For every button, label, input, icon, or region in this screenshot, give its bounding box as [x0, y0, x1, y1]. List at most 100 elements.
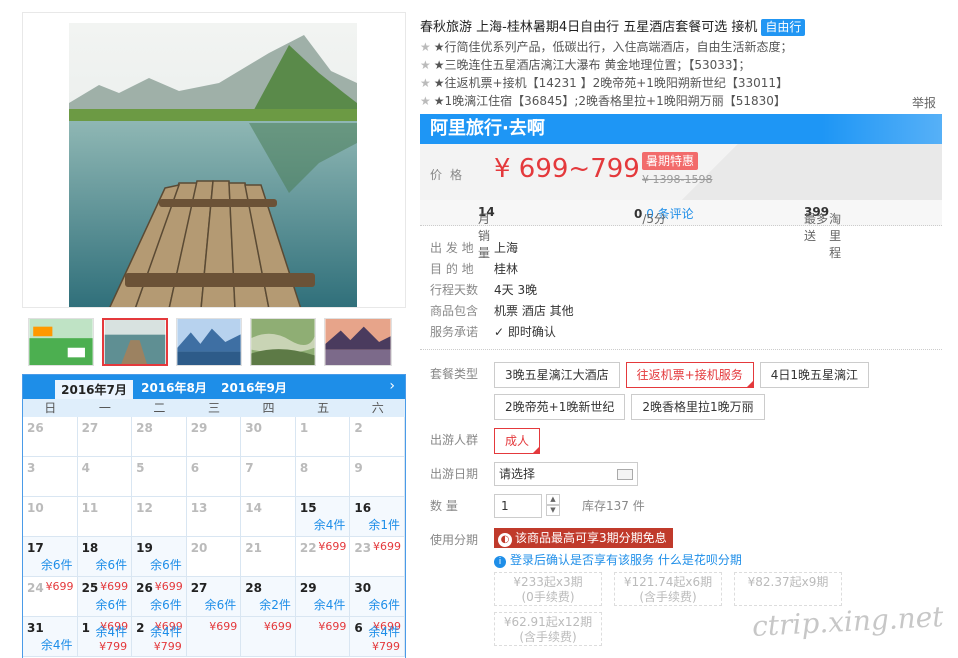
rating-unit: /5分 — [642, 212, 667, 226]
installment-label: 使用分期 — [430, 533, 479, 547]
feature-text: ★三晚连住五星酒店漓江大瀑布 黄金地理位置；【53033】； — [433, 58, 751, 72]
product-title-text: 春秋旅游 上海-桂林暑期4日自由行 五星酒店套餐可选 接机 — [420, 20, 758, 35]
thumbnail-1[interactable] — [28, 318, 94, 366]
day-price: ¥699 — [154, 580, 183, 593]
calendar-day-cell[interactable]: 25 ¥699 余6件 — [77, 577, 133, 617]
date-selector: 出游日期 请选择 — [420, 462, 942, 486]
weekday-label: 一 — [98, 401, 111, 415]
day-price: ¥699 — [100, 580, 129, 593]
day-number: 31 — [27, 621, 44, 635]
plan-fee: (含手续费) — [519, 630, 577, 644]
chevron-right-icon[interactable]: › — [389, 378, 395, 394]
tab-month-july[interactable]: 2016年7月 — [55, 378, 133, 399]
report-link[interactable]: 举报 — [912, 94, 936, 111]
price-calendar: 2016年7月 2016年8月 2016年9月 › 日 一 二 三 四 五 六 … — [22, 374, 406, 658]
calendar-day-cell[interactable]: 17 余6件 — [23, 537, 78, 577]
calendar-day-cell: 1 — [295, 417, 351, 457]
plan-amount: ¥82.37起x9期 — [747, 575, 829, 589]
installment-plan-3[interactable]: ¥233起x3期 (0手续费) — [494, 572, 602, 606]
tab-month-august[interactable]: 2016年8月 — [135, 378, 213, 399]
day-number: 19 — [136, 541, 153, 555]
calendar-day-cell[interactable]: 18 余6件 — [77, 537, 133, 577]
calendar-icon[interactable] — [617, 469, 633, 480]
thumbnail-2[interactable] — [102, 318, 168, 366]
increment-arrow-icon[interactable]: ▲ — [546, 494, 560, 505]
calendar-day-cell[interactable]: 29 余4件 — [295, 577, 351, 617]
day-stock: 余6件 — [95, 598, 128, 612]
info-key: 目 的 地 — [430, 262, 474, 276]
thumbnail-5[interactable] — [324, 318, 392, 366]
calendar-day-cell[interactable]: 2 ¥699 余4件 ¥799 — [132, 617, 187, 657]
feature-text: ★往返机票+接机【14231 】2晚帝苑+1晚阳朔新世纪【33011】 — [433, 76, 789, 90]
stock-count: 库存137 件 — [582, 499, 645, 513]
day-number: 1 — [81, 621, 90, 635]
calendar-day-cell[interactable]: 28 余2件 — [241, 577, 296, 617]
quantity-input[interactable]: 1 — [494, 494, 542, 518]
info-row-service: 服务承诺 ✓ 即时确认 — [420, 322, 942, 343]
info-row-duration: 行程天数 4天 3晚 — [420, 280, 942, 301]
calendar-day-cell: 3 — [23, 457, 78, 497]
feature-text: ★1晚漓江住宿【36845】;2晚香格里拉+1晚阳朔万丽【51830】 — [433, 94, 786, 108]
what-is-huabei-link[interactable]: 什么是花呗分期 — [658, 553, 742, 567]
day-price-alt: ¥799 — [99, 640, 128, 653]
day-stock: 余4件 — [368, 625, 400, 639]
installment-plan-9[interactable]: ¥82.37起x9期 — [734, 572, 842, 606]
day-number: 6 — [354, 621, 363, 635]
star-icon: ★ — [420, 94, 431, 108]
calendar-day-cell[interactable]: ¥699 — [186, 617, 242, 657]
calendar-day-cell: 14 — [241, 497, 296, 537]
tab-month-september[interactable]: 2016年9月 — [215, 378, 293, 399]
day-number: 1 — [299, 421, 309, 435]
alitrip-banner: 阿里旅行·去啊 — [420, 114, 942, 144]
calendar-day-cell[interactable]: ¥699 — [241, 617, 296, 657]
installment-plan-12[interactable]: ¥62.91起x12期 (含手续费) — [494, 612, 602, 646]
main-product-image — [22, 12, 406, 308]
decrement-arrow-icon[interactable]: ▼ — [546, 505, 560, 516]
package-option[interactable]: 2晚帝苑+1晚新世纪 — [494, 394, 626, 420]
day-number: 2 — [136, 621, 145, 635]
calendar-day-cell[interactable]: 26 ¥699 余6件 — [132, 577, 187, 617]
calendar-day-cell[interactable]: 19 余6件 — [132, 537, 187, 577]
quantity-label: 数 量 — [430, 499, 458, 513]
package-option[interactable]: 3晚五星漓江大酒店 — [494, 362, 620, 388]
mileage-unit: 淘里程 — [829, 212, 842, 260]
day-stock: 余4件 — [313, 598, 346, 612]
thumbnail-3[interactable] — [176, 318, 242, 366]
day-number: 28 — [136, 421, 153, 435]
date-input[interactable]: 请选择 — [494, 462, 638, 486]
calendar-day-cell[interactable]: 30 余6件 — [350, 577, 405, 617]
package-option[interactable]: 2晚香格里拉1晚万丽 — [631, 394, 765, 420]
day-stock: 余1件 — [368, 518, 400, 532]
calendar-day-cell: 26 — [23, 417, 78, 457]
calendar-day-cell[interactable]: 1 ¥699 余4件 ¥799 — [77, 617, 133, 657]
original-price: ¥ 1398-1598 — [642, 173, 713, 186]
installment-plan-6[interactable]: ¥121.74起x6期 (含手续费) — [614, 572, 722, 606]
info-row-destination: 目 的 地 桂林 — [420, 259, 942, 280]
weekday-label: 日 — [44, 401, 57, 415]
day-number: 10 — [27, 501, 44, 515]
day-stock: 余4件 — [40, 638, 73, 652]
sales-stats: 月销量 14 0/5分 0 条评论 最多送 399 淘里程 — [420, 200, 942, 260]
calendar-day-cell: 12 — [132, 497, 187, 537]
calendar-day-cell: 30 — [241, 417, 296, 457]
day-number: 25 — [81, 581, 99, 595]
feature-line: ★ ★三晚连住五星酒店漓江大瀑布 黄金地理位置；【53033】； — [420, 57, 942, 74]
crowd-option-adult[interactable]: 成人 — [494, 428, 541, 454]
thumbnail-4[interactable] — [250, 318, 316, 366]
calendar-day-cell[interactable]: ¥699 — [295, 617, 351, 657]
calendar-day-cell[interactable]: 27 余6件 — [186, 577, 242, 617]
day-number: 23 — [354, 541, 372, 555]
package-option[interactable]: 4日1晚五星漓江 — [759, 362, 869, 388]
day-number: 14 — [245, 501, 262, 515]
weekday-label: 三 — [207, 401, 220, 415]
crowd-selector: 出游人群 成人 — [420, 428, 942, 460]
calendar-day-cell[interactable]: 6 ¥699 余4件 ¥799 — [350, 617, 405, 657]
calendar-day-cell: 27 — [77, 417, 133, 457]
day-number: 30 — [354, 581, 372, 595]
mileage-label: 最多送 — [804, 212, 829, 243]
calendar-day-cell[interactable]: 15 余4件 — [295, 497, 351, 537]
package-option-selected[interactable]: 往返机票+接机服务 — [625, 362, 754, 388]
calendar-day-cell[interactable]: 16 余1件 — [350, 497, 405, 537]
calendar-day-cell[interactable]: 31 余4件 — [23, 617, 78, 657]
day-number: 24 — [27, 581, 44, 595]
